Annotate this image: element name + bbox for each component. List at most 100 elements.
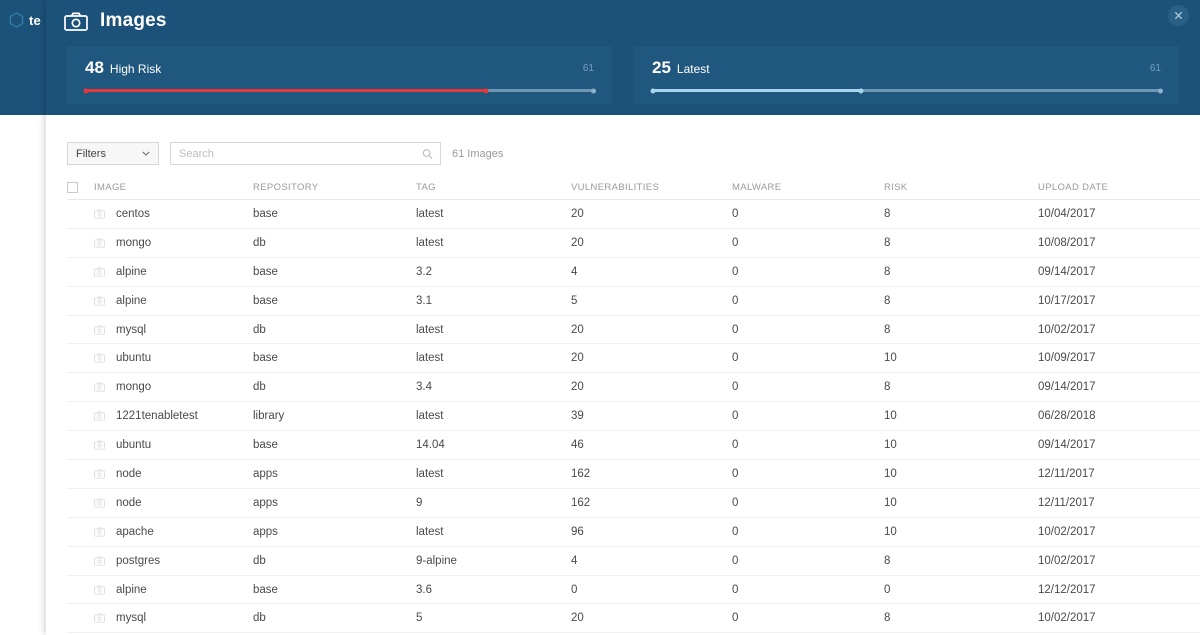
cell-malware: 0 — [732, 410, 884, 422]
image-thumb-icon — [94, 440, 105, 450]
search-icon — [422, 148, 433, 159]
cell-malware: 0 — [732, 208, 884, 220]
page-title: Images — [100, 10, 167, 32]
cell-tag: latest — [416, 526, 571, 538]
cell-tag: 3.2 — [416, 266, 571, 278]
cell-risk: 8 — [884, 555, 1038, 567]
cell-risk: 8 — [884, 324, 1038, 336]
cell-tag: latest — [416, 324, 571, 336]
image-thumb-icon — [94, 209, 105, 219]
brand-logo-area[interactable]: te — [0, 0, 46, 40]
image-thumb-icon — [94, 556, 105, 566]
table-row[interactable]: mongodb3.4200809/14/2017 — [67, 373, 1200, 402]
cell-tag: latest — [416, 352, 571, 364]
cell-image: centos — [94, 208, 253, 220]
cell-risk: 8 — [884, 295, 1038, 307]
column-header-malware[interactable]: MALWARE — [732, 182, 884, 193]
table-row[interactable]: centosbaselatest200810/04/2017 — [67, 200, 1200, 229]
image-thumb-icon — [94, 238, 105, 248]
modal-titlebar: Images — [46, 0, 1200, 42]
column-header-risk[interactable]: RISK — [884, 182, 1038, 193]
cell-image: apache — [94, 526, 253, 538]
table-row[interactable]: alpinebase3.240809/14/2017 — [67, 258, 1200, 287]
column-header-vulnerabilities[interactable]: VULNERABILITIES — [571, 182, 732, 193]
stat-progress-fill — [85, 89, 486, 92]
table-header-row: IMAGE REPOSITORY TAG VULNERABILITIES MAL… — [67, 176, 1200, 200]
images-modal: Images 48 High Risk 61 — [46, 0, 1200, 635]
image-name: alpine — [116, 295, 147, 307]
cell-repository: db — [253, 237, 416, 249]
image-thumb-icon — [94, 613, 105, 623]
search-input[interactable] — [171, 143, 440, 164]
cell-tag: 9-alpine — [416, 555, 571, 567]
close-modal-button[interactable] — [1168, 5, 1189, 26]
table-row[interactable]: ubuntubaselatest2001010/09/2017 — [67, 344, 1200, 373]
camera-icon — [64, 12, 88, 31]
cell-image: mongo — [94, 381, 253, 393]
cell-risk: 10 — [884, 410, 1038, 422]
stat-dot-end — [1158, 88, 1163, 93]
table-row[interactable]: postgresdb9-alpine40810/02/2017 — [67, 547, 1200, 576]
stat-head: 25 Latest — [652, 58, 1161, 78]
column-header-repository[interactable]: REPOSITORY — [253, 182, 416, 193]
close-icon — [1173, 10, 1184, 21]
images-count-label: 61 Images — [452, 148, 503, 160]
cell-risk: 8 — [884, 266, 1038, 278]
table-row[interactable]: apacheappslatest9601010/02/2017 — [67, 518, 1200, 547]
cell-tag: 3.4 — [416, 381, 571, 393]
table-row[interactable]: ubuntubase14.044601009/14/2017 — [67, 431, 1200, 460]
table-row[interactable]: alpinebase3.150810/17/2017 — [67, 287, 1200, 316]
table-row[interactable]: nodeapps916201012/11/2017 — [67, 489, 1200, 518]
cell-risk: 8 — [884, 208, 1038, 220]
stat-head: 48 High Risk — [85, 58, 594, 78]
image-thumb-icon — [94, 527, 105, 537]
cell-vulnerabilities: 20 — [571, 352, 732, 364]
cell-malware: 0 — [732, 555, 884, 567]
backdrop-sidebar: te — [0, 0, 46, 115]
cell-malware: 0 — [732, 324, 884, 336]
cell-image: ubuntu — [94, 439, 253, 451]
cell-repository: apps — [253, 497, 416, 509]
table-row[interactable]: alpinebase3.600012/12/2017 — [67, 576, 1200, 605]
stat-value: 25 — [652, 58, 671, 78]
cell-malware: 0 — [732, 381, 884, 393]
cell-malware: 0 — [732, 266, 884, 278]
stat-card-latest: 25 Latest 61 — [634, 46, 1179, 104]
cell-vulnerabilities: 4 — [571, 266, 732, 278]
brand-text: te — [29, 13, 41, 28]
column-header-image[interactable]: IMAGE — [94, 182, 253, 193]
cell-malware: 0 — [732, 526, 884, 538]
cell-upload-date: 06/28/2018 — [1038, 410, 1200, 422]
cell-repository: base — [253, 584, 416, 596]
cell-vulnerabilities: 46 — [571, 439, 732, 451]
column-header-tag[interactable]: TAG — [416, 182, 571, 193]
cell-upload-date: 10/17/2017 — [1038, 295, 1200, 307]
cell-vulnerabilities: 162 — [571, 497, 732, 509]
cell-image: node — [94, 468, 253, 480]
image-name: ubuntu — [116, 352, 151, 364]
stat-progress-track — [652, 89, 1161, 92]
cell-upload-date: 10/02/2017 — [1038, 555, 1200, 567]
table-row[interactable]: mongodblatest200810/08/2017 — [67, 229, 1200, 258]
stat-card-high-risk: 48 High Risk 61 — [67, 46, 612, 104]
search-field[interactable] — [170, 142, 441, 165]
filters-dropdown[interactable]: Filters — [67, 142, 159, 165]
cell-risk: 10 — [884, 352, 1038, 364]
cell-image: ubuntu — [94, 352, 253, 364]
image-thumb-icon — [94, 325, 105, 335]
select-all-checkbox[interactable] — [67, 182, 78, 193]
cell-risk: 8 — [884, 381, 1038, 393]
hexagon-icon — [9, 12, 24, 28]
cell-upload-date: 10/09/2017 — [1038, 352, 1200, 364]
cell-repository: apps — [253, 526, 416, 538]
table-row[interactable]: nodeappslatest16201012/11/2017 — [67, 460, 1200, 489]
stat-label: High Risk — [110, 62, 161, 76]
table-row[interactable]: mysqldb5200810/02/2017 — [67, 604, 1200, 633]
table-row[interactable]: mysqldblatest200810/02/2017 — [67, 316, 1200, 345]
column-header-upload-date[interactable]: UPLOAD DATE — [1038, 182, 1200, 193]
table-row[interactable]: 1221tenabletestlibrarylatest3901006/28/2… — [67, 402, 1200, 431]
image-name: node — [116, 468, 142, 480]
filters-label: Filters — [76, 148, 106, 160]
cell-malware: 0 — [732, 237, 884, 249]
cell-tag: 9 — [416, 497, 571, 509]
